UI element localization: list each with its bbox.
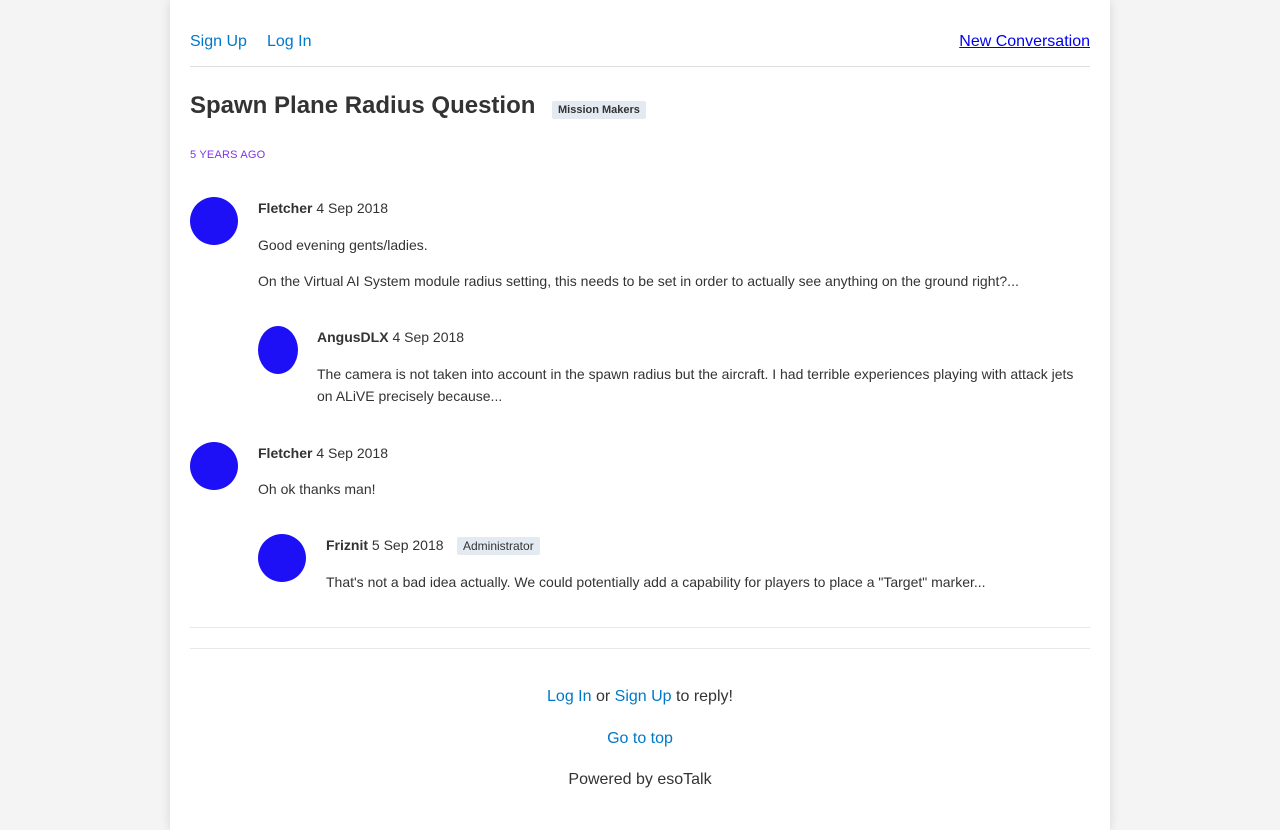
- conversation-time-ago: 5 YEARS AGO: [190, 149, 266, 161]
- post-author[interactable]: Friznit: [326, 537, 368, 553]
- avatar[interactable]: [190, 442, 238, 490]
- post-text: Oh ok thanks man!: [258, 481, 376, 497]
- post-text: That's not a bad idea actually. We could…: [326, 574, 986, 590]
- post-author[interactable]: Fletcher: [258, 445, 312, 461]
- avatar[interactable]: [258, 534, 306, 582]
- post-header: Fletcher 4 Sep 2018: [258, 199, 388, 217]
- post-header: AngusDLX 4 Sep 2018: [317, 328, 464, 346]
- go-to-top: Go to top: [190, 729, 1090, 749]
- main-card: Sign Up Log In New Conversation Spawn Pl…: [170, 0, 1110, 830]
- content-area: Sign Up Log In New Conversation Spawn Pl…: [190, 0, 1090, 830]
- channel-badge[interactable]: Mission Makers: [552, 101, 646, 119]
- post-header: Friznit 5 Sep 2018: [326, 536, 444, 554]
- post-text: The camera is not taken into account in …: [317, 366, 1074, 404]
- post-date: 4 Sep 2018: [316, 445, 388, 461]
- post-header: Fletcher 4 Sep 2018: [258, 444, 388, 462]
- post-date: 4 Sep 2018: [392, 329, 465, 345]
- go-to-top-link[interactable]: Go to top: [607, 730, 673, 747]
- signup-link[interactable]: Sign Up: [190, 32, 247, 52]
- administrator-badge: Administrator: [457, 537, 540, 555]
- top-nav: Sign Up Log In New Conversation: [190, 0, 1090, 67]
- post-author[interactable]: Fletcher: [258, 200, 312, 216]
- divider: [190, 627, 1090, 628]
- avatar[interactable]: [190, 197, 238, 245]
- post-text: Good evening gents/ladies.: [258, 237, 428, 253]
- reply-prompt-suffix: to reply!: [676, 688, 733, 705]
- post-date: 4 Sep 2018: [316, 200, 388, 216]
- reply-prompt: Log In or Sign Up to reply!: [190, 687, 1090, 707]
- reply-prompt-or: or: [595, 688, 611, 705]
- post-date: 5 Sep 2018: [371, 537, 444, 553]
- new-conversation-link[interactable]: New Conversation: [959, 32, 1090, 52]
- powered-by: Powered by esoTalk: [568, 771, 712, 788]
- post-text: On the Virtual AI System module radius s…: [258, 273, 1019, 289]
- login-link[interactable]: Log In: [267, 32, 311, 52]
- divider: [190, 648, 1090, 649]
- post-author[interactable]: AngusDLX: [317, 329, 389, 345]
- footer-login-link[interactable]: Log In: [547, 688, 591, 705]
- conversation-title: Spawn Plane Radius Question: [190, 92, 536, 119]
- avatar[interactable]: [258, 326, 298, 374]
- footer-signup-link[interactable]: Sign Up: [615, 688, 672, 705]
